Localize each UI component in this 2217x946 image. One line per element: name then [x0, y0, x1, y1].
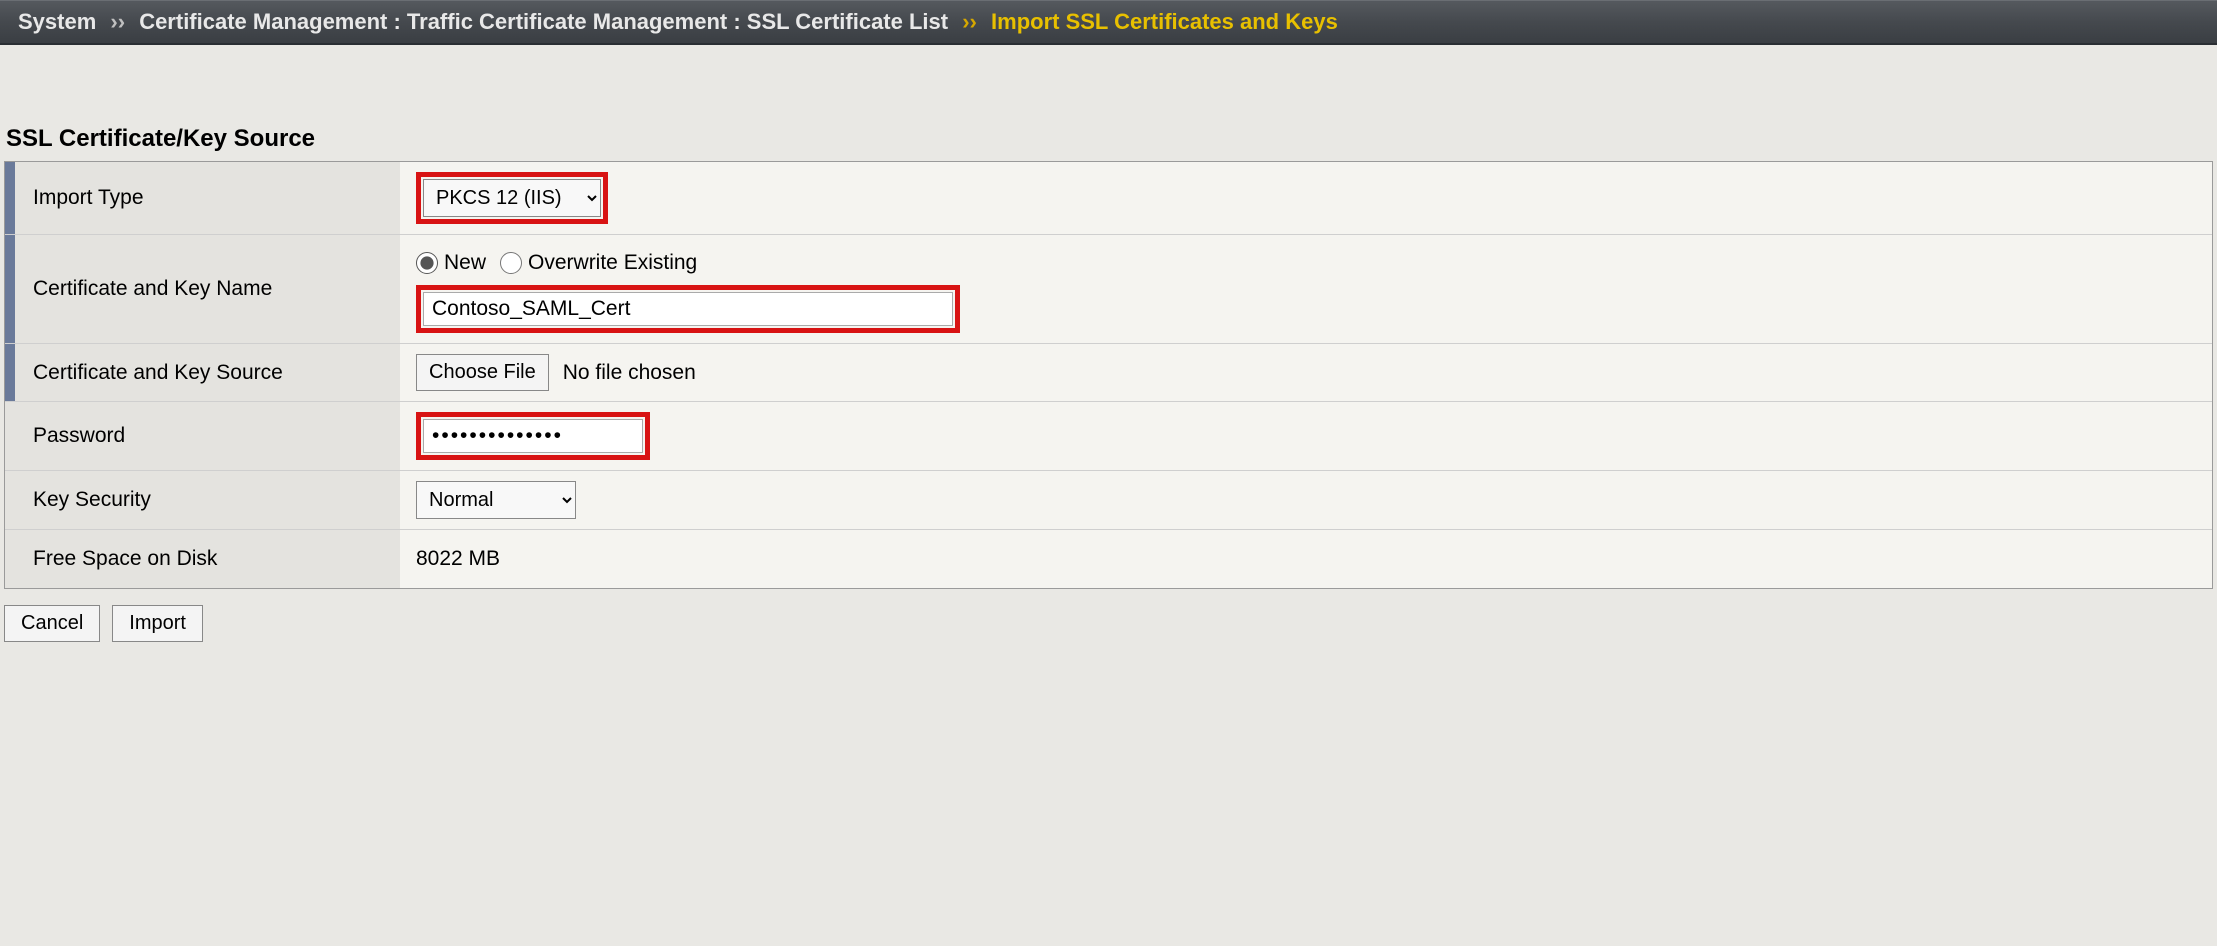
label-key-security: Key Security	[5, 471, 400, 529]
label-free-space: Free Space on Disk	[5, 530, 400, 588]
radio-new-label: New	[444, 251, 486, 275]
breadcrumb: System ›› Certificate Management : Traff…	[0, 0, 2217, 45]
input-cert-key-name[interactable]	[423, 292, 953, 326]
highlight-cert-name	[416, 285, 960, 333]
input-password[interactable]	[423, 419, 643, 453]
breadcrumb-path[interactable]: Certificate Management : Traffic Certifi…	[139, 9, 948, 34]
free-space-value: 8022 MB	[416, 547, 500, 571]
select-import-type[interactable]: PKCS 12 (IIS)	[423, 179, 601, 217]
file-status: No file chosen	[563, 361, 696, 385]
cancel-button[interactable]: Cancel	[4, 605, 100, 642]
row-key-security: Key Security Normal	[5, 471, 2212, 530]
label-cert-key-source: Certificate and Key Source	[5, 344, 400, 401]
row-import-type: Import Type PKCS 12 (IIS)	[5, 162, 2212, 235]
radio-overwrite[interactable]	[500, 252, 522, 274]
import-button[interactable]: Import	[112, 605, 203, 642]
breadcrumb-current: Import SSL Certificates and Keys	[991, 9, 1338, 34]
section-title: SSL Certificate/Key Source	[0, 125, 2217, 161]
form-ssl-source: Import Type PKCS 12 (IIS) Certificate an…	[4, 161, 2213, 589]
highlight-password	[416, 412, 650, 460]
radio-overwrite-label: Overwrite Existing	[528, 251, 697, 275]
label-cert-key-name: Certificate and Key Name	[5, 235, 400, 343]
row-cert-key-name: Certificate and Key Name New Overwrite E…	[5, 235, 2212, 344]
row-password: Password	[5, 402, 2212, 471]
label-import-type: Import Type	[5, 162, 400, 234]
choose-file-button[interactable]: Choose File	[416, 354, 549, 391]
row-free-space: Free Space on Disk 8022 MB	[5, 530, 2212, 588]
breadcrumb-root[interactable]: System	[18, 9, 96, 34]
breadcrumb-separator: ››	[110, 9, 125, 34]
action-bar: Cancel Import	[0, 589, 2217, 658]
row-cert-key-source: Certificate and Key Source Choose File N…	[5, 344, 2212, 402]
radio-new[interactable]	[416, 252, 438, 274]
highlight-import-type: PKCS 12 (IIS)	[416, 172, 608, 224]
breadcrumb-separator: ››	[962, 9, 977, 34]
select-key-security[interactable]: Normal	[416, 481, 576, 519]
label-password: Password	[5, 402, 400, 470]
